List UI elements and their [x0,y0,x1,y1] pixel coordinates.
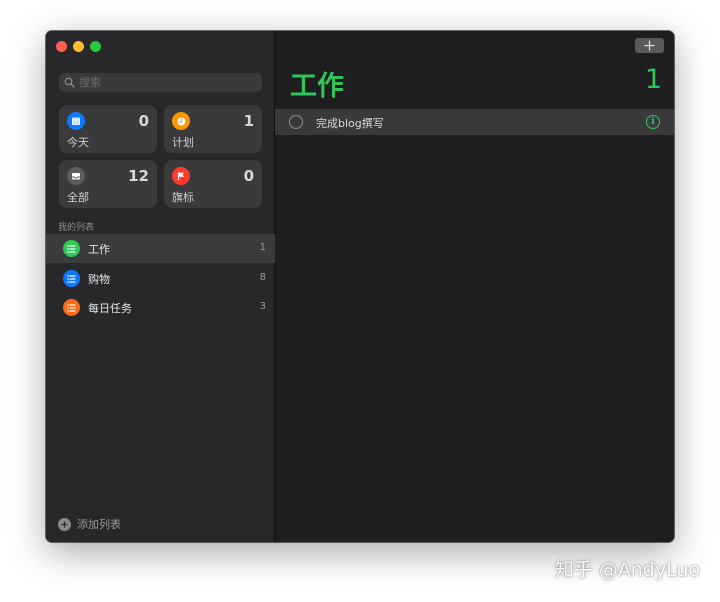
smart-list-flagged[interactable]: 0 旗标 [164,160,262,208]
list-count: 1 [644,64,662,95]
list-item-count: 8 [259,272,266,283]
reminders-window: 0 今天 1 计划 12 全部 [46,31,674,542]
list-bullets-icon [63,270,80,287]
flag-icon [172,167,190,185]
search-field[interactable] [59,73,262,92]
smart-list-all[interactable]: 12 全部 [59,160,157,208]
plus-circle-icon [58,517,71,531]
flagged-label: 旗标 [172,191,194,204]
complete-checkbox[interactable] [289,115,303,129]
scheduled-count: 1 [243,112,254,130]
all-count: 12 [128,167,149,185]
main-pane: 工作 1 完成blog撰写 i [275,31,674,542]
list-title: 工作 [290,71,344,102]
all-label: 全部 [67,191,89,204]
today-label: 今天 [67,136,89,149]
tray-icon [67,167,85,185]
new-reminder-button[interactable] [635,38,664,53]
flagged-count: 0 [243,167,254,185]
list-bullets-icon [63,299,80,316]
list-item-label: 每日任务 [88,302,132,315]
smart-list-scheduled[interactable]: 1 计划 [164,105,262,153]
clock-icon [172,112,190,130]
today-count: 0 [138,112,149,130]
scheduled-label: 计划 [172,136,194,149]
list-item-daily-tasks[interactable]: 每日任务 3 [46,293,275,322]
search-icon [64,77,75,88]
list-item-label: 工作 [88,243,110,256]
list-item-shopping[interactable]: 购物 8 [46,264,275,293]
list-item-count: 3 [259,301,266,312]
search-input[interactable] [79,76,249,89]
plus-icon [644,40,655,51]
my-lists-heading: 我的列表 [58,223,95,233]
calendar-icon [67,112,85,130]
list-item-work[interactable]: 工作 1 [46,234,275,263]
list-bullets-icon [63,240,80,257]
reminder-title[interactable]: 完成blog撰写 [316,115,384,131]
list-item-label: 购物 [88,273,110,286]
minimize-window-button[interactable] [73,41,84,52]
smart-list-today[interactable]: 0 今天 [59,105,157,153]
watermark: 知乎 @AndyLuo [554,559,700,581]
list-item-count: 1 [259,242,266,253]
sidebar: 0 今天 1 计划 12 全部 [46,31,275,542]
close-window-button[interactable] [56,41,67,52]
info-icon[interactable]: i [646,115,660,129]
reminder-row[interactable]: 完成blog撰写 i [275,109,674,135]
add-list-label: 添加列表 [77,518,121,531]
add-list-button[interactable]: 添加列表 [58,516,121,532]
zoom-window-button[interactable] [90,41,101,52]
